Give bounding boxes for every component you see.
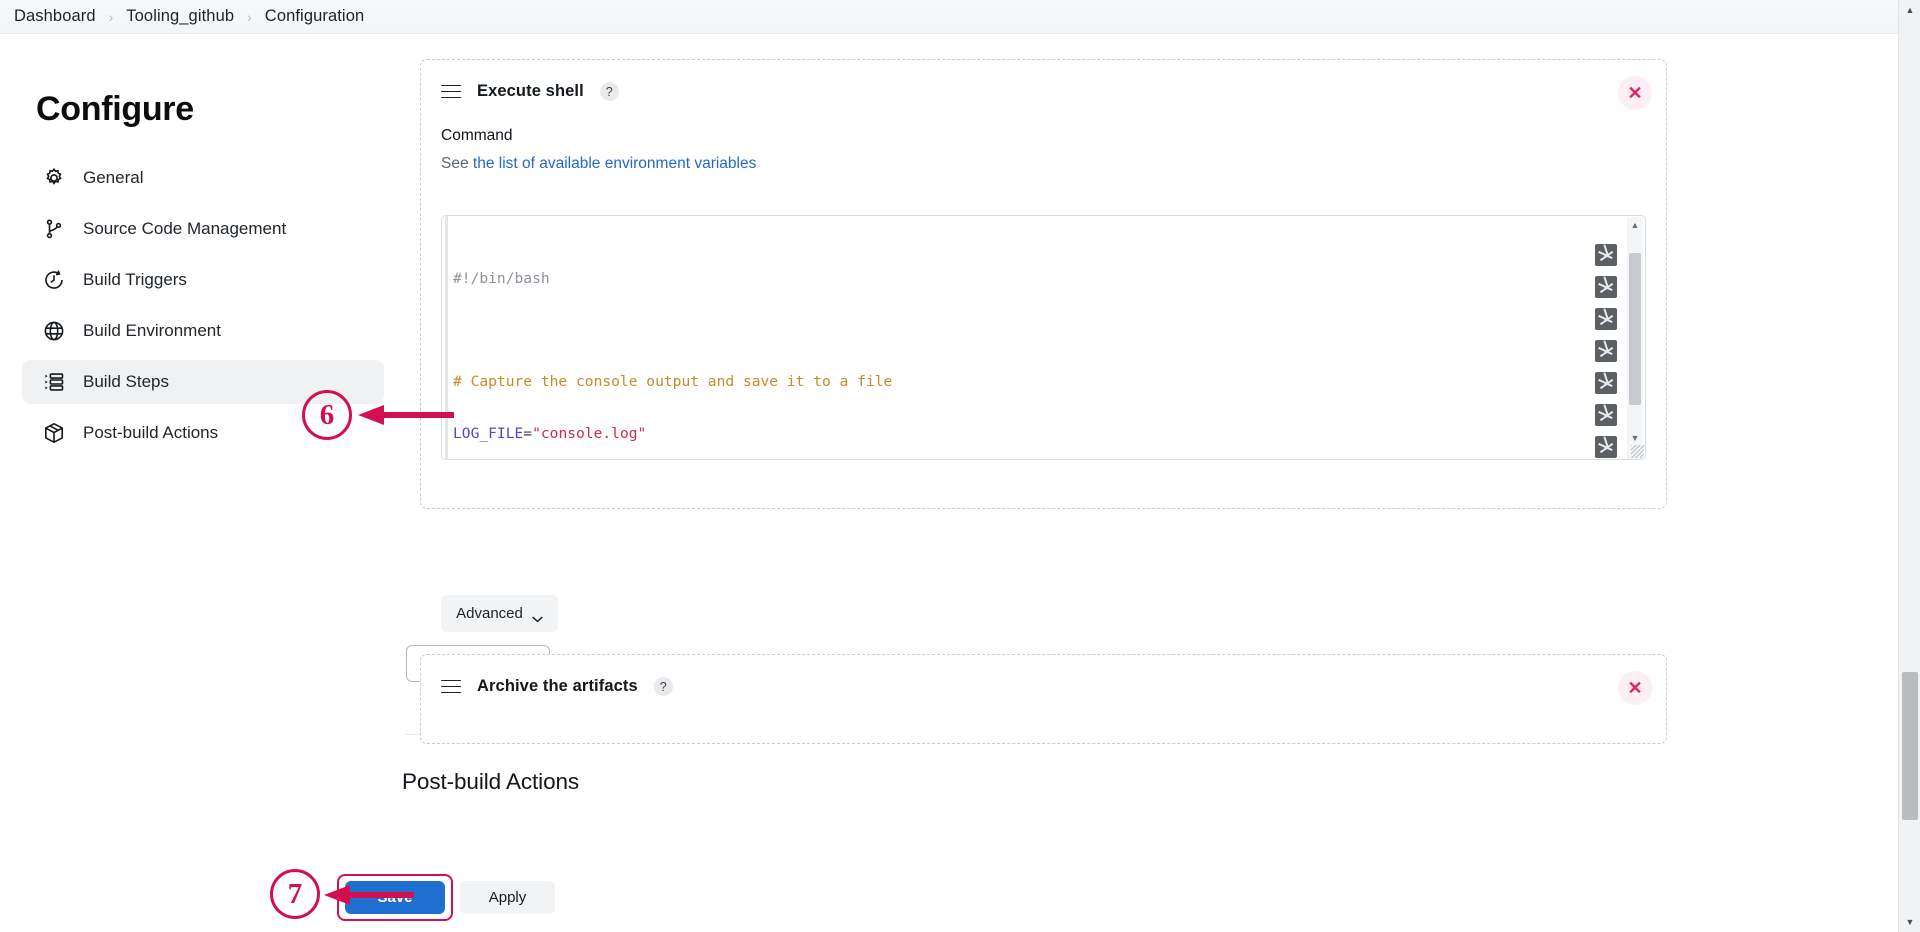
apply-button[interactable]: Apply [460,881,555,914]
build-step-panel-execute-shell: Execute shell ? ✕ Command See the list o… [420,59,1667,509]
command-field-label: Command [441,127,1666,145]
editor-resize-handle[interactable] [1631,445,1644,458]
broken-glyph-icon [1595,372,1617,394]
env-vars-hint: See the list of available environment va… [441,155,1666,173]
broken-glyph-icon [1595,340,1617,362]
main-content: Execute shell ? ✕ Command See the list o… [400,34,1880,932]
annotation-arrow-6 [358,404,454,426]
gear-icon [42,166,66,190]
form-action-bar: Save Apply [400,858,1880,932]
sidebar-item-build-triggers[interactable]: Build Triggers [22,258,384,302]
code-equals: = [523,425,532,442]
post-build-actions-heading: Post-build Actions [402,769,579,795]
help-icon[interactable]: ? [600,82,619,101]
command-code[interactable]: #!/bin/bash # Capture the console output… [445,216,1609,460]
code-value-logfile: "console.log" [532,425,646,442]
breadcrumb: Dashboard › Tooling_github › Configurati… [0,0,1898,34]
broken-glyph-icon [1595,404,1617,426]
editor-scroll-thumb[interactable] [1629,253,1641,405]
breadcrumb-item-configuration[interactable]: Configuration [265,7,364,26]
close-icon: ✕ [1627,679,1642,697]
editor-gutter-markers [1595,216,1621,460]
branch-icon [42,217,66,241]
chevron-down-icon [532,610,543,617]
sidebar-item-label: Post-build Actions [83,423,218,443]
page-scroll-up-icon[interactable]: ▲ [1899,0,1920,20]
broken-glyph-icon [1595,276,1617,298]
advanced-button[interactable]: Advanced [441,595,558,632]
env-vars-link[interactable]: the list of available environment variab… [473,155,756,172]
sidebar-item-label: Build Triggers [83,270,187,290]
see-prefix: See [441,155,473,172]
sidebar-item-build-environment[interactable]: Build Environment [22,309,384,353]
breadcrumb-item-job[interactable]: Tooling_github [126,7,234,26]
post-build-panel-archive-artifacts: Archive the artifacts ? ✕ [420,654,1667,744]
command-editor[interactable]: #!/bin/bash # Capture the console output… [441,215,1646,460]
broken-glyph-icon [1595,244,1617,266]
sidebar-item-label: General [83,168,143,188]
page-scroll-down-icon[interactable]: ▼ [1899,912,1920,932]
sidebar: Configure General [0,34,400,932]
close-icon: ✕ [1627,84,1642,102]
broken-glyph-icon [1595,308,1617,330]
drag-handle-icon[interactable] [441,680,461,694]
close-button[interactable]: ✕ [1618,76,1652,110]
breadcrumb-item-dashboard[interactable]: Dashboard [14,7,96,26]
code-comment-capture: # Capture the console output and save it… [453,373,892,390]
annotation-marker-7: 7 [270,869,320,919]
clock-icon [42,268,66,292]
sidebar-item-general[interactable]: General [22,156,384,200]
annotation-marker-6: 6 [302,390,352,440]
page-title: Configure [36,90,194,129]
advanced-label: Advanced [456,605,523,622]
sidebar-item-label: Source Code Management [83,219,286,239]
page-scroll-thumb[interactable] [1902,672,1918,820]
scroll-up-icon[interactable]: ▲ [1627,217,1643,233]
annotation-arrow-7 [324,884,414,906]
package-icon [42,421,66,445]
help-icon[interactable]: ? [654,677,673,696]
chevron-right-icon: › [106,9,117,25]
panel-title: Execute shell [477,82,584,101]
configuration-page: Dashboard › Tooling_github › Configurati… [0,0,1920,932]
code-shebang: #!/bin/bash [453,270,550,287]
scroll-down-icon[interactable]: ▼ [1627,430,1643,446]
code-var-logfile: LOG_FILE [453,425,523,442]
sidebar-item-label: Build Environment [83,321,221,341]
panel-title: Archive the artifacts [477,677,638,696]
list-icon [42,370,66,394]
close-button[interactable]: ✕ [1618,671,1652,705]
sidebar-item-label: Build Steps [83,372,169,392]
sidebar-item-source-code-management[interactable]: Source Code Management [22,207,384,251]
chevron-right-icon: › [244,9,255,25]
panel-header: Archive the artifacts ? [421,655,1666,696]
globe-icon [42,319,66,343]
page-scrollbar[interactable]: ▲ ▼ [1898,0,1920,932]
editor-scrollbar[interactable]: ▲ ▼ [1627,217,1643,460]
panel-header: Execute shell ? [421,60,1666,101]
broken-glyph-icon [1595,436,1617,458]
drag-handle-icon[interactable] [441,85,461,99]
